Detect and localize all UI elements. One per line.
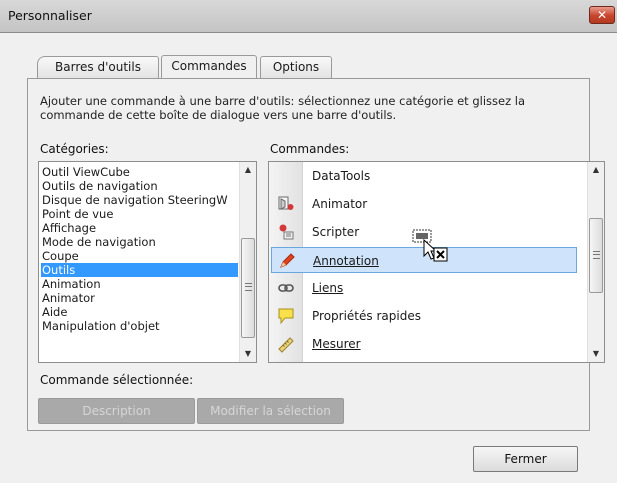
list-item[interactable]: Animator: [271, 191, 577, 217]
selected-command-label: Commande sélectionnée:: [40, 373, 194, 387]
list-item[interactable]: Mode de navigation: [41, 235, 238, 249]
scroll-up-arrow-icon[interactable]: ▲: [588, 162, 604, 178]
list-item[interactable]: DataTools: [271, 163, 577, 189]
measure-ruler-icon: [278, 337, 294, 353]
scripter-icon: [279, 224, 294, 240]
categories-scrollbar[interactable]: ▲ ▼: [239, 162, 256, 362]
quick-properties-icon: [278, 308, 294, 325]
list-item[interactable]: Disque de navigation SteeringW: [41, 193, 238, 207]
commands-label: Commandes:: [270, 142, 350, 156]
list-item[interactable]: Animator: [41, 291, 238, 305]
list-item[interactable]: Propriétés rapides: [271, 303, 577, 329]
grip-icon: [593, 251, 600, 259]
list-item[interactable]: Manipulation d'objet: [41, 319, 238, 333]
command-label: DataTools: [312, 169, 371, 183]
customize-dialog: Personnaliser ✕ Barres d'outils Commande…: [0, 0, 617, 483]
command-label: Liens: [312, 281, 344, 295]
drag-copy-cursor-icon: [412, 229, 448, 262]
list-item[interactable]: Outil ViewCube: [41, 165, 238, 179]
list-item-partial[interactable]: [41, 333, 238, 345]
command-label: Scripter: [312, 225, 360, 239]
animator-icon: [278, 196, 294, 210]
annotation-pen-icon: [280, 253, 295, 268]
list-item[interactable]: Outils de navigation: [41, 179, 238, 193]
list-item[interactable]: Affichage: [41, 221, 238, 235]
list-item[interactable]: Liens: [271, 275, 577, 301]
command-label: Annotation: [313, 254, 379, 268]
title-bar: Personnaliser ✕: [0, 0, 617, 33]
scroll-down-arrow-icon[interactable]: ▼: [588, 346, 604, 362]
command-label: Propriétés rapides: [312, 309, 421, 323]
link-icon: [278, 284, 294, 292]
scroll-thumb[interactable]: [241, 238, 255, 338]
close-button[interactable]: Fermer: [473, 446, 578, 472]
command-label: Mesurer: [312, 337, 361, 351]
description-button[interactable]: Description: [38, 398, 195, 424]
close-window-button[interactable]: ✕: [589, 6, 615, 24]
categories-label: Catégories:: [40, 142, 109, 156]
list-item[interactable]: Coupe: [41, 249, 238, 263]
list-item[interactable]: Point de vue: [41, 207, 238, 221]
command-label: Animator: [312, 197, 368, 211]
categories-listbox[interactable]: Outil ViewCube Outils de navigation Disq…: [38, 161, 257, 363]
tab-toolbars[interactable]: Barres d'outils: [37, 56, 159, 78]
window-title: Personnaliser: [8, 8, 92, 23]
scroll-down-arrow-icon[interactable]: ▼: [240, 346, 256, 362]
list-item[interactable]: Animation: [41, 277, 238, 291]
grip-icon: [245, 283, 252, 291]
list-item-selected[interactable]: Outils: [41, 263, 238, 277]
scroll-thumb[interactable]: [589, 218, 603, 293]
commands-scrollbar[interactable]: ▲ ▼: [587, 162, 604, 362]
list-item[interactable]: Mesurer: [271, 331, 577, 357]
scroll-up-arrow-icon[interactable]: ▲: [240, 162, 256, 178]
instructions-text: Ajouter une commande à une barre d'outil…: [40, 94, 526, 122]
modify-selection-button[interactable]: Modifier la sélection: [197, 398, 344, 424]
tab-options[interactable]: Options: [260, 56, 332, 78]
list-item[interactable]: Aide: [41, 305, 238, 319]
tab-commands[interactable]: Commandes: [161, 55, 257, 78]
